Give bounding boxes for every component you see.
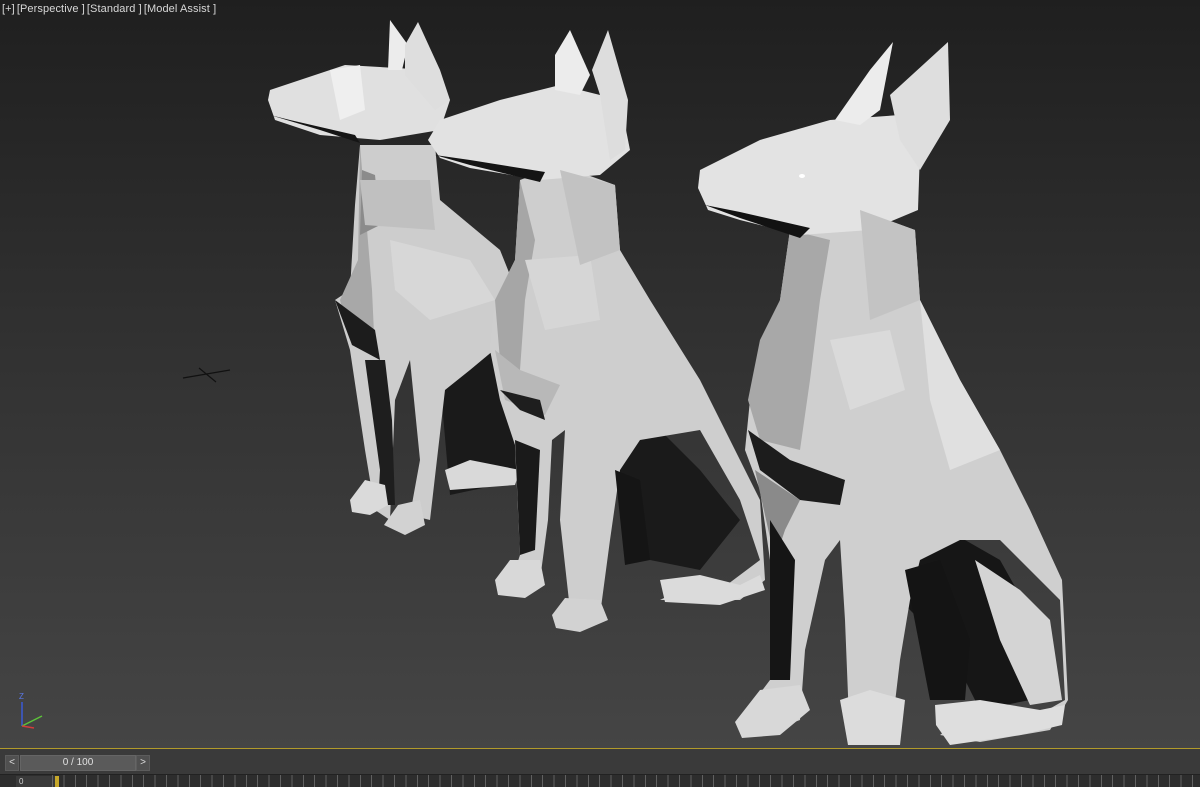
track-ticks [52, 775, 1200, 787]
viewport-shading-menu[interactable]: [Standard ] [87, 2, 142, 16]
dog-model-3[interactable] [698, 42, 1068, 745]
current-frame-marker[interactable] [55, 776, 59, 787]
viewport-plus-menu[interactable]: [+] [2, 2, 15, 16]
previous-frame-button[interactable]: < [5, 755, 19, 771]
next-frame-button[interactable]: > [136, 755, 150, 771]
timeline-panel: < 0 / 100 > 0 [0, 748, 1200, 787]
viewport-mode-menu[interactable]: [Model Assist ] [144, 2, 216, 16]
dog-model-1[interactable] [268, 20, 520, 535]
time-slider[interactable]: 0 / 100 [20, 755, 136, 771]
track-bar[interactable]: 0 [0, 774, 1200, 787]
pivot-gizmo[interactable] [182, 367, 231, 383]
axis-z-label: Z [19, 692, 24, 701]
viewport-view-menu[interactable]: [Perspective ] [17, 2, 85, 16]
viewport-label-menu: [+] [Perspective ] [Standard ] [Model As… [2, 2, 216, 16]
track-frame-label: 0 [16, 776, 55, 787]
scene-render [21, 20, 1068, 745]
axis-tripod-icon [21, 702, 43, 729]
perspective-viewport[interactable]: [+] [Perspective ] [Standard ] [Model As… [0, 0, 1200, 748]
